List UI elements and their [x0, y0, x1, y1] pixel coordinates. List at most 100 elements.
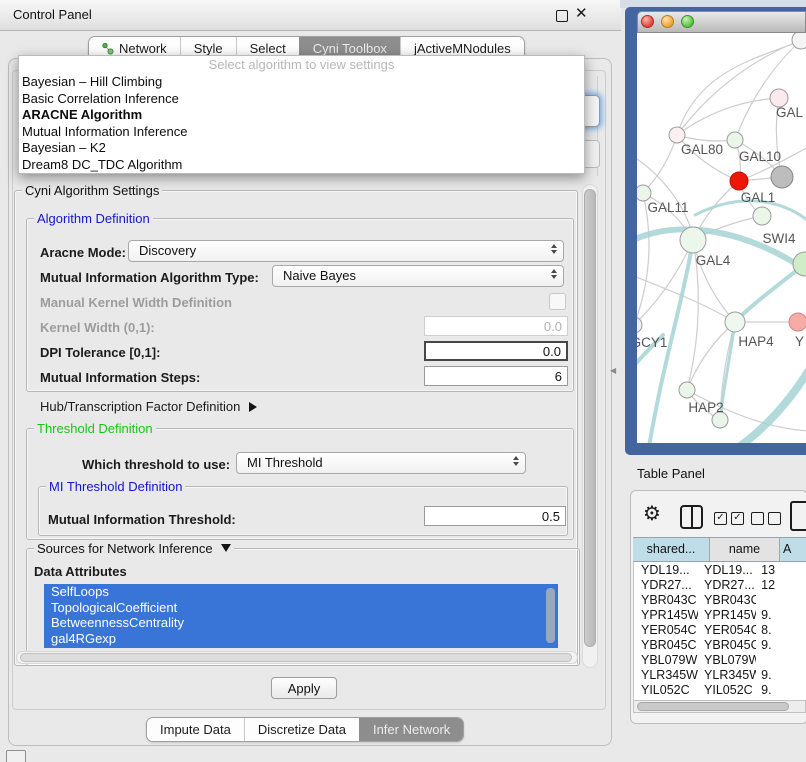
network-node[interactable] [771, 166, 793, 188]
table-body: YDL19...YDL19...13YDR27...YDR27...12YBR0… [633, 562, 806, 700]
threshold-title: Threshold Definition [34, 421, 156, 436]
network-node-gal4[interactable] [680, 227, 706, 253]
table-cell: 9. [756, 668, 806, 682]
attribute-list[interactable]: SelfLoopsTopologicalCoefficientBetweenne… [44, 584, 558, 648]
vscrollbar-thumb[interactable] [584, 189, 596, 647]
network-node-gal1[interactable] [730, 172, 748, 190]
deselect-all-columns-icon[interactable] [751, 512, 781, 525]
aracne-mode-select[interactable]: Discovery [128, 240, 564, 262]
mi-type-select[interactable]: Naive Bayes [272, 265, 564, 287]
hscrollbar-thumb[interactable] [20, 653, 572, 662]
hub-definition-toggle[interactable]: Hub/Transcription Factor Definition [40, 399, 257, 414]
which-threshold-label: Which threshold to use: [82, 457, 230, 472]
network-edge [677, 135, 735, 141]
tab-discretize-data[interactable]: Discretize Data [244, 718, 359, 741]
table-cell: YLR345W [634, 668, 698, 682]
column-layout-icon[interactable] [680, 505, 703, 529]
table-cell: YBL079W [634, 653, 698, 667]
list-scrollbar-thumb[interactable] [546, 588, 555, 643]
zoom-traffic-light[interactable] [681, 15, 694, 28]
new-table-icon[interactable] [790, 501, 806, 531]
algorithm-option-dream8-dc-tdc-algorithm[interactable]: Dream8 DC_TDC Algorithm [19, 157, 584, 174]
unchecked-checkbox-icon [751, 512, 764, 525]
node-label-swi4: SWI4 [762, 231, 795, 246]
kernel-width-label: Kernel Width (0,1): [40, 320, 155, 335]
table-row[interactable]: YPR145WYPR145W9. [634, 607, 806, 622]
table-cell: YBR043C [698, 593, 756, 607]
mi-steps-input[interactable] [424, 366, 568, 386]
table-row[interactable]: YBL079WYBL079W [634, 652, 806, 667]
tab-impute-data[interactable]: Impute Data [147, 718, 244, 741]
network-node-gal11[interactable] [637, 185, 651, 201]
collapsed-arrow-icon [249, 402, 257, 412]
network-node-hap2[interactable] [679, 382, 695, 398]
network-node-hap4[interactable] [725, 312, 745, 332]
table-cell: YBR045C [634, 638, 698, 652]
column-header-shared-[interactable]: shared... [633, 537, 710, 562]
table-cell: YBR045C [698, 638, 756, 652]
table-hscrollbar-thumb[interactable] [637, 702, 789, 711]
table-cell: YBL079W [698, 653, 756, 667]
node-label-hap4: HAP4 [738, 334, 774, 349]
attribute-item-selfloops[interactable]: SelfLoops [44, 584, 558, 600]
checked-checkbox-icon: ✓ [731, 512, 744, 525]
close-traffic-light[interactable] [641, 15, 654, 28]
table-cell: YDR27... [634, 578, 698, 592]
table-cell: 12 [756, 578, 806, 592]
tab-infer-network[interactable]: Infer Network [359, 718, 463, 741]
algorithm-option-bayesian-hill-climbing[interactable]: Bayesian – Hill Climbing [19, 74, 584, 91]
algorithm-option-mutual-information-inference[interactable]: Mutual Information Inference [19, 124, 584, 141]
attribute-item-gal4rgexp[interactable]: gal4RGexp [44, 631, 558, 647]
network-edge [739, 367, 806, 443]
algorithm-option-basic-correlation-inference[interactable]: Basic Correlation Inference [19, 91, 584, 108]
network-node-gal80[interactable] [669, 127, 685, 143]
float-window-icon[interactable] [556, 10, 568, 22]
network-edge [677, 40, 801, 135]
attribute-item-betweennesscentrality[interactable]: BetweennessCentrality [44, 615, 558, 631]
table-cell: 13 [756, 563, 806, 577]
table-cell: 9. [756, 608, 806, 622]
dpi-tolerance-input[interactable] [424, 341, 568, 361]
table-row[interactable]: YDL19...YDL19...13 [634, 562, 806, 577]
table-row[interactable]: YLR345WYLR345W9. [634, 667, 806, 682]
select-all-columns-icon[interactable]: ✓ ✓ [714, 512, 744, 525]
node-label-gal10: GAL10 [739, 149, 781, 164]
apply-button[interactable]: Apply [271, 677, 337, 699]
manual-kernel-checkbox[interactable] [549, 293, 566, 310]
mi-threshold-input[interactable] [424, 506, 566, 526]
attribute-item-topologicalcoefficient[interactable]: TopologicalCoefficient [44, 600, 558, 616]
kernel-width-input[interactable] [424, 316, 568, 336]
network-node-gcy1[interactable] [637, 317, 642, 333]
mi-threshold-title: MI Threshold Definition [46, 479, 185, 494]
network-node[interactable] [753, 207, 771, 225]
close-icon[interactable]: ✕ [575, 4, 588, 22]
table-row[interactable]: YBR043CYBR043C [634, 592, 806, 607]
network-canvas[interactable]: GALGAL80GAL10GAL1GAL11SWI4GAL4GCY1HAP4YH… [637, 33, 806, 443]
table-cell: YDL19... [634, 563, 698, 577]
hub-definition-label: Hub/Transcription Factor Definition [40, 399, 240, 414]
node-label-gal11: GAL11 [647, 200, 688, 215]
column-header-a[interactable]: A [780, 537, 806, 562]
tab-label: Network [119, 41, 167, 56]
network-node-gal10[interactable] [727, 132, 743, 148]
which-threshold-select[interactable]: MI Threshold [236, 452, 526, 474]
tab-label: Infer Network [373, 722, 450, 737]
network-node-y[interactable] [789, 313, 806, 331]
table-row[interactable]: YDR27...YDR27...12 [634, 577, 806, 592]
gear-icon[interactable]: ⚙ [643, 503, 661, 523]
table-row[interactable]: YIL052CYIL052C9. [634, 682, 806, 697]
settings-hscrollbar[interactable] [16, 651, 578, 664]
table-row[interactable]: YBR045CYBR045C9. [634, 637, 806, 652]
manual-kernel-label: Manual Kernel Width Definition [40, 295, 232, 310]
column-header-name[interactable]: name [710, 537, 780, 562]
minimize-traffic-light[interactable] [661, 15, 674, 28]
cyni-settings-title: Cyni Algorithm Settings [22, 183, 162, 198]
sources-toggle[interactable]: Sources for Network Inference [34, 541, 234, 556]
minimized-window-icon[interactable] [6, 750, 26, 762]
table-hscrollbar[interactable] [633, 700, 806, 713]
algorithm-option-aracne-algorithm[interactable]: ARACNE Algorithm [19, 107, 584, 124]
table-row[interactable]: YER054CYER054C8. [634, 622, 806, 637]
panel-divider-arrow[interactable]: ◀ [610, 366, 616, 375]
node-label-gal: GAL [776, 105, 804, 120]
algorithm-option-bayesian-k2[interactable]: Bayesian – K2 [19, 140, 584, 157]
